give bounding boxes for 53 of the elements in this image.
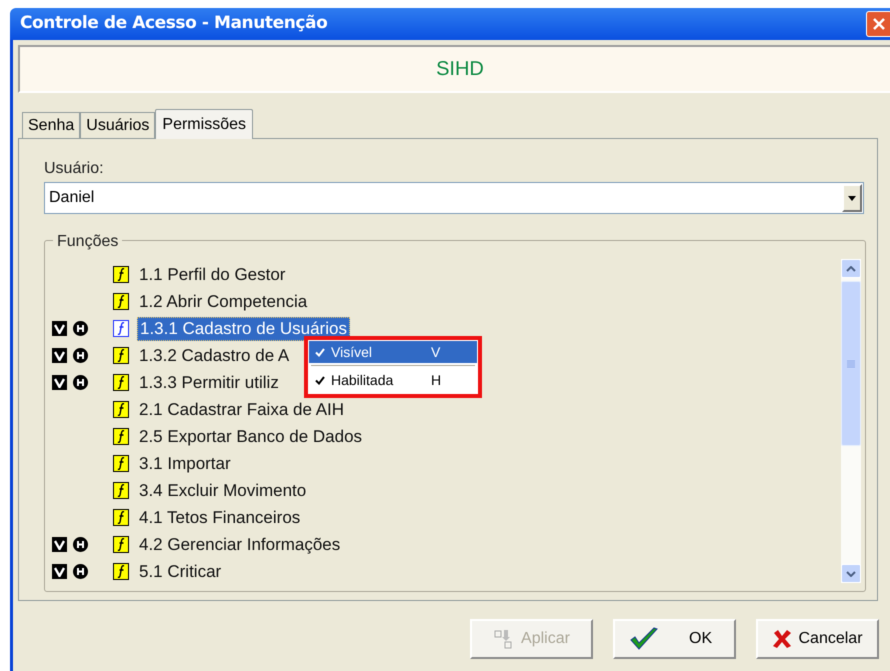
function-item[interactable]: 4.1 Tetos Financeiros	[138, 506, 302, 528]
function-item[interactable]: 1.1 Perfil do Gestor	[138, 264, 286, 286]
menu-item[interactable]: Visível V	[309, 341, 477, 363]
function-item[interactable]: 4.2 Gerenciar Informações	[138, 534, 342, 556]
function-item[interactable]: 2.5 Exportar Banco de Dados	[138, 426, 364, 448]
function-icon	[113, 347, 129, 364]
function-icon	[113, 428, 129, 445]
x-mark-icon	[772, 629, 792, 649]
function-icon	[113, 536, 129, 553]
function-item[interactable]: 2.1 Cadastrar Faixa de AIH	[138, 398, 346, 420]
menu-item[interactable]: Habilitada H	[309, 369, 477, 391]
tab[interactable]: Senha	[22, 112, 80, 138]
dropdown-value: Daniel	[49, 188, 94, 208]
function-icon	[113, 320, 129, 337]
cancel-button[interactable]: Cancelar	[756, 619, 879, 659]
function-item[interactable]: 1.2 Abrir Competencia	[138, 290, 308, 312]
caret-icon	[848, 196, 856, 200]
scroll-up-button[interactable]	[841, 259, 861, 278]
close-icon	[872, 17, 886, 31]
menu-item-label: Visível	[331, 342, 373, 362]
function-item[interactable]: 1.3.2 Cadastro de A	[138, 344, 290, 366]
chevron-down-icon	[846, 570, 856, 576]
function-item[interactable]: 3.1 Importar	[138, 452, 232, 474]
close-button[interactable]	[866, 11, 890, 37]
dropdown-arrow-button[interactable]	[842, 184, 862, 212]
function-icon	[113, 374, 129, 391]
function-icon	[113, 509, 129, 526]
chevron-up-icon	[846, 266, 856, 272]
ok-button[interactable]: OK	[613, 619, 736, 659]
function-icon	[113, 401, 129, 418]
function-item[interactable]: 1.3.1 Cadastro de Usuários	[137, 316, 350, 340]
banner-title: SIHD	[436, 57, 484, 82]
function-item[interactable]: 3.4 Excluir Movimento	[138, 480, 308, 502]
function-icon	[113, 455, 129, 472]
grip-icon	[847, 360, 855, 368]
window-title: Controle de Acesso - Manutenção	[20, 12, 328, 36]
function-icon	[113, 266, 129, 283]
tab[interactable]: Permissões	[155, 109, 253, 139]
function-item[interactable]: 1.3.3 Permitir utiliz	[138, 372, 280, 394]
menu-shortcut: V	[431, 342, 440, 362]
function-icon	[113, 482, 129, 499]
scroll-thumb[interactable]	[841, 281, 861, 446]
function-icon	[113, 293, 129, 310]
tab[interactable]: Usuários	[80, 112, 156, 138]
user-dropdown[interactable]: Daniel	[44, 182, 864, 214]
checkmark-icon	[629, 627, 659, 651]
function-item[interactable]: 5.1 Criticar	[138, 560, 222, 582]
scrollbar[interactable]	[841, 259, 861, 583]
field-label: Usuário:	[44, 159, 105, 179]
menu-shortcut: H	[431, 370, 442, 390]
scroll-down-button[interactable]	[841, 564, 861, 583]
function-icon	[113, 563, 129, 580]
menu-item-label: Habilitada	[331, 370, 394, 390]
